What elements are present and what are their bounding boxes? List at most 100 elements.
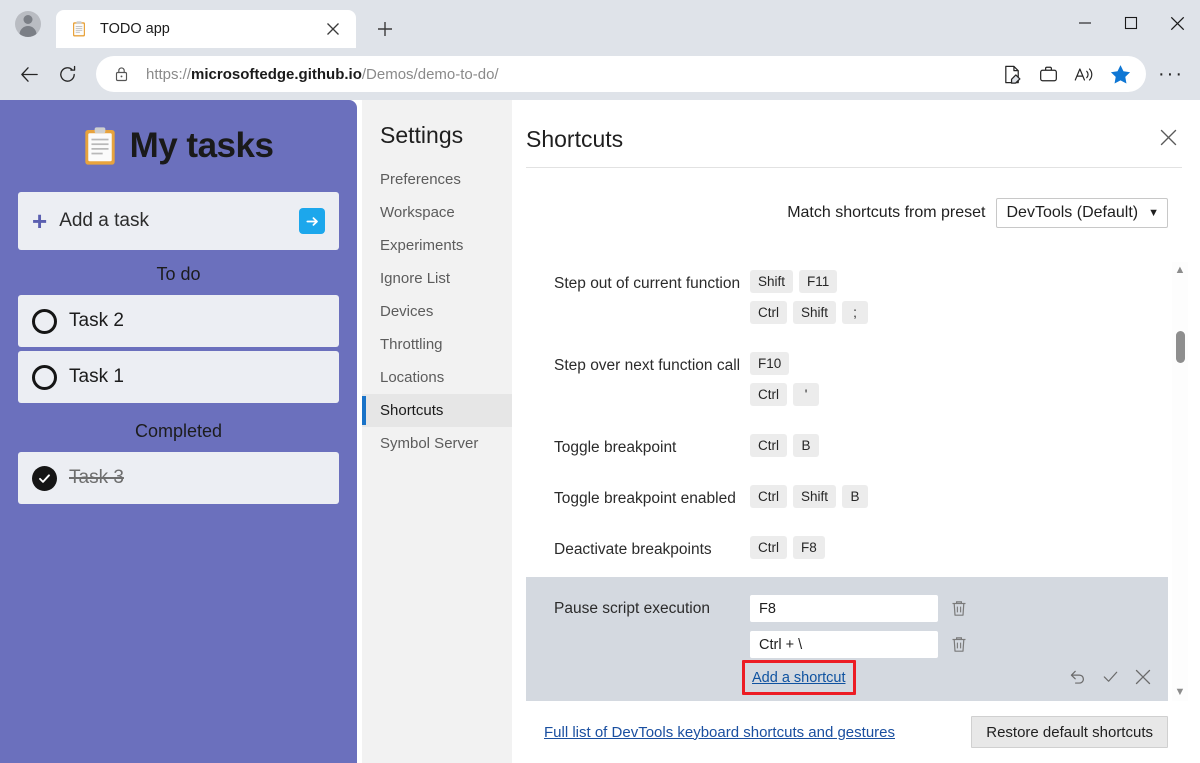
edit-document-icon[interactable]	[994, 56, 1030, 92]
refresh-button[interactable]	[48, 55, 86, 93]
navigation-toolbar: https://microsoftedge.github.io/Demos/de…	[0, 48, 1200, 100]
restore-default-shortcuts-button[interactable]: Restore default shortcuts	[971, 716, 1168, 748]
shortcuts-scrollbar[interactable]: ▲ ▼	[1172, 262, 1188, 701]
sidebar-item-shortcuts[interactable]: Shortcuts	[362, 394, 512, 427]
key-combo: F10	[750, 352, 1168, 375]
scroll-down-arrow-icon[interactable]: ▼	[1175, 684, 1186, 701]
sidebar-item-label: Throttling	[380, 336, 443, 353]
collections-icon[interactable]	[1030, 56, 1066, 92]
more-options-icon[interactable]: ···	[1152, 55, 1190, 93]
minimize-button[interactable]	[1062, 0, 1108, 46]
sidebar-item-locations[interactable]: Locations	[362, 361, 512, 394]
devtools-shortcuts-doc-link[interactable]: Full list of DevTools keyboard shortcuts…	[544, 724, 895, 741]
key-cap: Shift	[750, 270, 793, 293]
close-window-button[interactable]	[1154, 0, 1200, 46]
close-icon[interactable]	[1159, 128, 1178, 152]
shortcut-combos: F10 Ctrl '	[750, 352, 1168, 414]
checkbox-unchecked-icon[interactable]	[32, 365, 57, 390]
task-item[interactable]: Task 3	[18, 452, 339, 504]
sidebar-item-label: Preferences	[380, 171, 461, 188]
shortcut-input-2[interactable]: Ctrl + \	[750, 631, 938, 658]
sidebar-item-ignore-list[interactable]: Ignore List	[362, 262, 512, 295]
url-host: microsoftedge.github.io	[191, 66, 362, 83]
trash-icon[interactable]	[950, 599, 968, 618]
sidebar-item-workspace[interactable]: Workspace	[362, 196, 512, 229]
scrollbar-thumb[interactable]	[1176, 331, 1185, 363]
key-cap: Ctrl	[750, 383, 787, 406]
url-scheme: https://	[146, 66, 191, 83]
url-text: https://microsoftedge.github.io/Demos/de…	[146, 66, 994, 83]
new-tab-button[interactable]	[370, 14, 400, 44]
sidebar-item-label: Shortcuts	[380, 402, 443, 419]
favorite-star-icon[interactable]	[1102, 56, 1138, 92]
sidebar-item-experiments[interactable]: Experiments	[362, 229, 512, 262]
back-button[interactable]	[10, 55, 48, 93]
key-cap: Ctrl	[750, 485, 787, 508]
shortcut-name: Step over next function call	[554, 352, 750, 377]
title-bar: TODO app	[0, 0, 1200, 48]
todo-app-panel: My tasks + Add a task To do Task 2 Task …	[0, 100, 357, 763]
add-shortcut-wrapper: Add a shortcut	[750, 669, 848, 687]
add-task-input[interactable]: + Add a task	[18, 192, 339, 250]
undo-icon[interactable]	[1068, 667, 1087, 691]
key-cap: Ctrl	[750, 536, 787, 559]
profile-button[interactable]	[0, 0, 56, 48]
read-aloud-icon[interactable]	[1066, 56, 1102, 92]
shortcut-name: Deactivate breakpoints	[554, 536, 750, 561]
shortcut-combos: Ctrl B	[750, 434, 1168, 465]
task-item[interactable]: Task 1	[18, 351, 339, 403]
shortcuts-list: Step out of current function Shift F11 C…	[526, 260, 1168, 701]
maximize-button[interactable]	[1108, 0, 1154, 46]
key-cap: Shift	[793, 301, 836, 324]
scrollbar-track[interactable]	[1172, 279, 1188, 684]
shortcut-row: Deactivate breakpoints Ctrl F8	[526, 526, 1168, 577]
arrow-right-icon[interactable]	[299, 208, 325, 234]
shortcut-input-1[interactable]: F8	[750, 595, 938, 622]
shortcut-combos: Shift F11 Ctrl Shift ;	[750, 270, 1168, 332]
key-cap: Shift	[793, 485, 836, 508]
sidebar-item-devices[interactable]: Devices	[362, 295, 512, 328]
key-combo: Ctrl B	[750, 434, 1168, 457]
sidebar-item-throttling[interactable]: Throttling	[362, 328, 512, 361]
task-label: Task 3	[69, 467, 124, 489]
sidebar-item-label: Workspace	[380, 204, 455, 221]
devtools-settings-overlay: Settings Preferences Workspace Experimen…	[357, 100, 1200, 763]
checkbox-checked-icon[interactable]	[32, 466, 57, 491]
shortcut-edit-line: F8	[750, 595, 1168, 622]
task-label: Task 1	[69, 366, 124, 388]
scroll-up-arrow-icon[interactable]: ▲	[1175, 262, 1186, 279]
preset-value: DevTools (Default)	[1007, 204, 1139, 222]
task-item[interactable]: Task 2	[18, 295, 339, 347]
sidebar-item-symbol-server[interactable]: Symbol Server	[362, 427, 512, 460]
plus-icon: +	[32, 208, 47, 234]
panel-footer: Full list of DevTools keyboard shortcuts…	[526, 701, 1182, 763]
preset-row: Match shortcuts from preset DevTools (De…	[512, 168, 1200, 228]
sidebar-item-label: Symbol Server	[380, 435, 478, 452]
key-cap: F10	[750, 352, 789, 375]
key-cap: F11	[799, 270, 837, 293]
add-shortcut-link[interactable]: Add a shortcut	[750, 668, 848, 688]
key-cap: '	[793, 383, 819, 406]
shortcut-name: Toggle breakpoint	[554, 434, 750, 459]
todo-header: My tasks	[18, 100, 339, 192]
sidebar-item-label: Ignore List	[380, 270, 450, 287]
browser-tab[interactable]: TODO app	[56, 10, 356, 48]
key-combo: Ctrl F8	[750, 536, 1168, 559]
trash-icon[interactable]	[950, 635, 968, 654]
shortcut-combos: Ctrl Shift B	[750, 485, 1168, 516]
tab-close-icon[interactable]	[318, 14, 348, 44]
key-combo: Ctrl Shift B	[750, 485, 1168, 508]
checkbox-unchecked-icon[interactable]	[32, 309, 57, 334]
section-label-todo: To do	[18, 250, 339, 295]
sidebar-item-preferences[interactable]: Preferences	[362, 163, 512, 196]
preset-dropdown[interactable]: DevTools (Default) ▼	[996, 198, 1169, 228]
confirm-check-icon[interactable]	[1101, 667, 1120, 691]
omnibox-actions	[994, 56, 1138, 92]
shortcut-row: Step over next function call F10 Ctrl '	[526, 342, 1168, 424]
chevron-down-icon: ▼	[1148, 207, 1159, 219]
shortcut-row-editing: Pause script execution F8	[526, 577, 1168, 701]
address-bar[interactable]: https://microsoftedge.github.io/Demos/de…	[96, 56, 1146, 92]
settings-heading: Settings	[362, 122, 512, 163]
task-label: Task 2	[69, 310, 124, 332]
cancel-x-icon[interactable]	[1134, 668, 1152, 691]
